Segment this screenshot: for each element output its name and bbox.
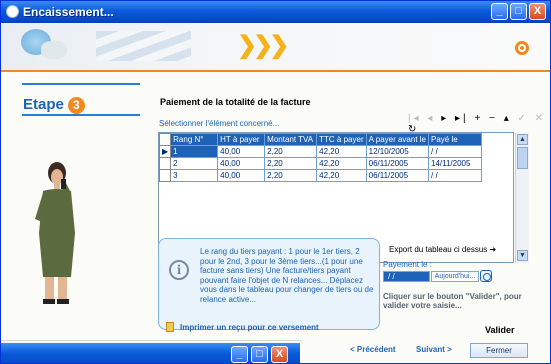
- table-cell[interactable]: 2: [170, 157, 219, 170]
- select-hint: Sélectionner l'élément concerné...: [159, 119, 280, 128]
- col-header-ht[interactable]: HT à payer: [217, 133, 266, 146]
- export-table-link[interactable]: Export du tableau ci dessus ➜: [389, 245, 496, 254]
- col-header-rang[interactable]: Rang N°: [170, 133, 219, 146]
- sidebar: Etape 3: [1, 72, 146, 363]
- row-indicator-icon: ▶: [159, 145, 172, 158]
- today-button[interactable]: Aujourd'hui...: [431, 271, 479, 282]
- target-icon: [515, 41, 529, 55]
- document-icon: [166, 322, 174, 332]
- table-cell[interactable]: 14/11/2005: [428, 157, 482, 170]
- table-row[interactable]: ▶ 1 40,00 2,20 42,20 12/10/2005 / /: [159, 145, 482, 158]
- step-indicator: Etape 3: [23, 96, 85, 114]
- info-icon: i: [169, 260, 189, 280]
- delete-record-icon[interactable]: −: [489, 113, 498, 124]
- row-indicator: [159, 169, 172, 182]
- background-window: _ □ X: [1, 340, 302, 363]
- header-banner: ❯❯❯: [1, 23, 550, 72]
- col-header-ttc[interactable]: TTC à payer: [316, 133, 367, 146]
- previous-button[interactable]: < Précédent: [350, 345, 396, 354]
- col-header-paid-date[interactable]: Payé le: [428, 133, 482, 146]
- table-cell[interactable]: 2,20: [264, 157, 318, 170]
- scroll-up-icon[interactable]: ▲: [517, 134, 528, 145]
- footer-nav: < Précédent Suivant > Fermer: [302, 340, 550, 363]
- table-cell[interactable]: 2,20: [264, 145, 318, 158]
- background-window-titlebar: _ □ X: [1, 343, 300, 363]
- chevrons-icon: ❯❯❯: [237, 32, 289, 59]
- sidebar-divider-top: [22, 83, 140, 85]
- table-cell[interactable]: 40,00: [217, 145, 266, 158]
- banner-stripes: [96, 31, 191, 61]
- window-title: Encaissement...: [23, 5, 114, 19]
- table-scrollbar[interactable]: ▲ ▼: [515, 133, 529, 263]
- confirm-icon[interactable]: ✓: [518, 113, 529, 124]
- table-cell[interactable]: 42,20: [316, 145, 367, 158]
- sidebar-divider: [22, 114, 140, 116]
- col-header-tva[interactable]: Montant TVA: [264, 133, 318, 146]
- banner-decor-shape: [41, 41, 67, 59]
- table-cell[interactable]: 06/11/2005: [365, 157, 430, 170]
- clock-icon[interactable]: [480, 270, 492, 282]
- background-maximize-button[interactable]: □: [251, 346, 268, 363]
- scroll-down-icon[interactable]: ▼: [517, 250, 528, 261]
- app-icon: [6, 5, 19, 18]
- minimize-button[interactable]: _: [491, 3, 508, 20]
- next-record-icon[interactable]: ▸: [441, 113, 449, 124]
- table-cell[interactable]: 3: [170, 169, 219, 182]
- table-cell[interactable]: 1: [170, 145, 219, 158]
- app-window: Encaissement... _ □ X ❯❯❯ Etape 3 Paieme…: [0, 0, 551, 364]
- last-record-icon[interactable]: ▸|: [455, 113, 469, 124]
- cancel-icon[interactable]: ✕: [535, 113, 546, 124]
- step-number-badge: 3: [67, 97, 85, 114]
- page-title: Paiement de la totalité de la facture: [160, 97, 311, 107]
- move-up-icon[interactable]: ▴: [504, 113, 512, 124]
- info-text: Le rang du tiers payant : 1 pour le 1er …: [200, 247, 374, 304]
- validate-button[interactable]: Valider: [485, 325, 515, 335]
- table-row[interactable]: 2 40,00 2,20 42,20 06/11/2005 14/11/2005: [159, 157, 482, 170]
- person-on-phone-illustration: [35, 162, 75, 304]
- next-button[interactable]: Suivant >: [416, 345, 452, 354]
- step-label: Etape: [23, 96, 64, 113]
- table-cell[interactable]: 2,20: [264, 169, 318, 182]
- table-cell[interactable]: 42,20: [316, 157, 367, 170]
- table-cell[interactable]: 40,00: [217, 169, 266, 182]
- table-cell[interactable]: 42,20: [316, 169, 367, 182]
- background-close-button[interactable]: X: [271, 346, 288, 363]
- prev-record-icon[interactable]: ◂: [427, 113, 435, 124]
- scrollbar-thumb[interactable]: [517, 147, 528, 169]
- close-button[interactable]: X: [529, 3, 546, 20]
- add-record-icon[interactable]: +: [474, 113, 483, 124]
- title-bar: Encaissement... _ □ X: [1, 1, 550, 23]
- print-receipt-label: Imprimer un reçu pour ce versement: [180, 323, 319, 332]
- info-panel: i Le rang du tiers payant : 1 pour le 1e…: [158, 238, 380, 330]
- row-indicator-header: [159, 133, 172, 146]
- col-header-due-date[interactable]: A payer avant le: [365, 133, 430, 146]
- table-cell[interactable]: 06/11/2005: [365, 169, 430, 182]
- close-dialog-button[interactable]: Fermer: [470, 343, 528, 358]
- first-record-icon[interactable]: |◂: [408, 113, 422, 124]
- payment-date-label: Payement le :: [383, 260, 432, 269]
- table-cell[interactable]: / /: [428, 169, 482, 182]
- table-cell[interactable]: 40,00: [217, 157, 266, 170]
- table-header-row: Rang N° HT à payer Montant TVA TTC à pay…: [159, 133, 482, 146]
- table-cell[interactable]: / /: [428, 145, 482, 158]
- background-minimize-button[interactable]: _: [231, 346, 248, 363]
- table-cell[interactable]: 12/10/2005: [365, 145, 430, 158]
- validate-hint: Cliquer sur le bouton "Valider", pour va…: [383, 292, 522, 310]
- row-indicator: [159, 157, 172, 170]
- payment-date-field[interactable]: / /: [383, 271, 430, 282]
- print-receipt-link[interactable]: Imprimer un reçu pour ce versement: [166, 322, 319, 332]
- table-row[interactable]: 3 40,00 2,20 42,20 06/11/2005 / /: [159, 169, 482, 182]
- maximize-button[interactable]: □: [510, 3, 527, 20]
